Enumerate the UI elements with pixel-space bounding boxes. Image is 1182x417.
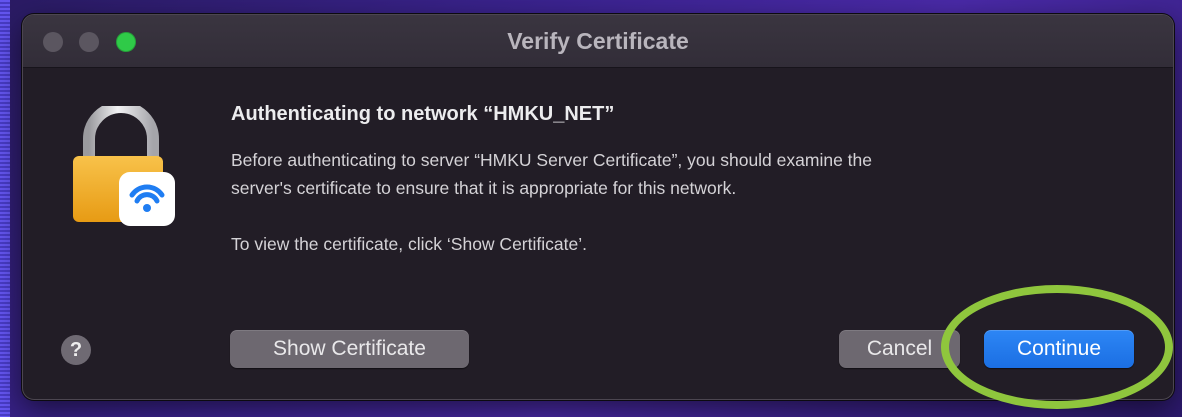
verify-certificate-dialog: Verify Certificate Authenticating to net… xyxy=(22,14,1174,400)
desktop-edge-decoration xyxy=(0,0,10,417)
continue-button[interactable]: Continue xyxy=(984,330,1134,368)
lock-wifi-icon xyxy=(73,106,175,226)
show-certificate-button[interactable]: Show Certificate xyxy=(230,330,469,368)
dialog-heading: Authenticating to network “HMKU_NET” xyxy=(231,103,615,125)
cancel-button[interactable]: Cancel xyxy=(839,330,960,368)
title-bar: Verify Certificate xyxy=(23,15,1173,68)
window-title: Verify Certificate xyxy=(507,28,689,54)
dialog-message-line-1: Before authenticating to server “HMKU Se… xyxy=(231,150,872,170)
dialog-instruction: To view the certificate, click ‘Show Cer… xyxy=(231,234,587,254)
dialog-message-line-2: server's certificate to ensure that it i… xyxy=(231,178,737,198)
help-button[interactable]: ? xyxy=(61,335,91,365)
